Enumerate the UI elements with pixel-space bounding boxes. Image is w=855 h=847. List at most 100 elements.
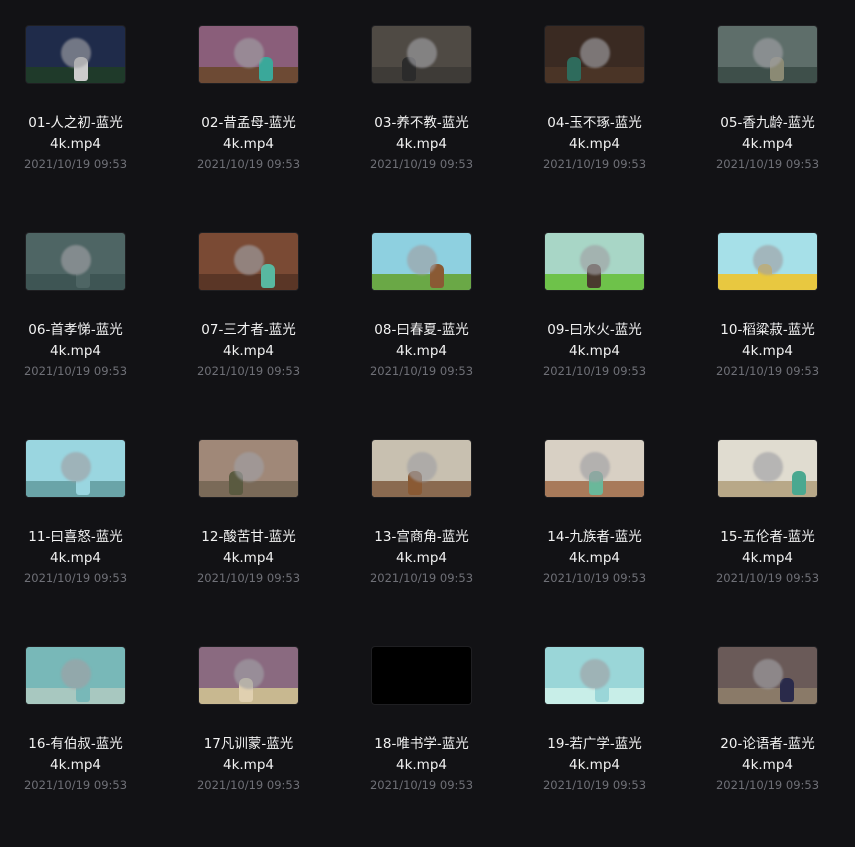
file-name-line1: 09-曰水火-蓝光 xyxy=(547,322,642,338)
file-modified-date: 2021/10/19 09:53 xyxy=(369,364,474,378)
video-thumbnail[interactable] xyxy=(718,233,817,290)
file-name[interactable]: 08-曰春夏-蓝光 4k.mp4 xyxy=(346,320,497,362)
video-file-item[interactable]: 15-五伦者-蓝光 4k.mp4 2021/10/19 09:53 xyxy=(692,440,855,640)
video-thumbnail[interactable] xyxy=(199,647,298,704)
file-name-line2: 4k.mp4 xyxy=(568,550,620,566)
file-name-line2: 4k.mp4 xyxy=(741,550,793,566)
file-name-line1: 15-五伦者-蓝光 xyxy=(720,529,815,545)
file-name-line2: 4k.mp4 xyxy=(395,757,447,773)
video-file-item[interactable]: 18-唯书学-蓝光 4k.mp4 2021/10/19 09:53 xyxy=(346,647,519,847)
video-thumbnail[interactable] xyxy=(372,233,471,290)
video-thumbnail[interactable] xyxy=(26,233,125,290)
video-thumbnail[interactable] xyxy=(372,440,471,497)
video-thumbnail[interactable] xyxy=(718,26,817,83)
file-modified-date: 2021/10/19 09:53 xyxy=(542,157,647,171)
blurred-face-mask xyxy=(61,245,91,275)
thumbnail-character xyxy=(792,471,806,495)
file-name-line1: 13-宫商角-蓝光 xyxy=(374,529,469,545)
file-name[interactable]: 03-养不教-蓝光 4k.mp4 xyxy=(346,113,497,155)
video-file-item[interactable]: 17凡训蒙-蓝光 4k.mp4 2021/10/19 09:53 xyxy=(173,647,346,847)
blurred-face-mask xyxy=(407,38,437,68)
file-name[interactable]: 18-唯书学-蓝光 4k.mp4 xyxy=(346,734,497,776)
file-name[interactable]: 16-有伯叔-蓝光 4k.mp4 xyxy=(0,734,151,776)
video-thumbnail[interactable] xyxy=(26,26,125,83)
video-file-item[interactable]: 16-有伯叔-蓝光 4k.mp4 2021/10/19 09:53 xyxy=(0,647,173,847)
video-file-item[interactable]: 09-曰水火-蓝光 4k.mp4 2021/10/19 09:53 xyxy=(519,233,692,433)
file-name[interactable]: 19-若广学-蓝光 4k.mp4 xyxy=(519,734,670,776)
blurred-face-mask xyxy=(234,245,264,275)
video-file-item[interactable]: 20-论语者-蓝光 4k.mp4 2021/10/19 09:53 xyxy=(692,647,855,847)
file-modified-date: 2021/10/19 09:53 xyxy=(369,778,474,792)
video-file-item[interactable]: 13-宫商角-蓝光 4k.mp4 2021/10/19 09:53 xyxy=(346,440,519,640)
file-name[interactable]: 12-酸苦甘-蓝光 4k.mp4 xyxy=(173,527,324,569)
video-file-item[interactable]: 06-首孝悌-蓝光 4k.mp4 2021/10/19 09:53 xyxy=(0,233,173,433)
video-file-item[interactable]: 19-若广学-蓝光 4k.mp4 2021/10/19 09:53 xyxy=(519,647,692,847)
thumbnail-scene-ground xyxy=(199,481,298,497)
video-thumbnail[interactable] xyxy=(545,26,644,83)
video-thumbnail[interactable] xyxy=(718,647,817,704)
file-name-line1: 14-九族者-蓝光 xyxy=(547,529,642,545)
file-name[interactable]: 17凡训蒙-蓝光 4k.mp4 xyxy=(173,734,324,776)
file-name-line2: 4k.mp4 xyxy=(49,343,101,359)
video-file-item[interactable]: 11-曰喜怒-蓝光 4k.mp4 2021/10/19 09:53 xyxy=(0,440,173,640)
file-name[interactable]: 20-论语者-蓝光 4k.mp4 xyxy=(692,734,843,776)
video-file-item[interactable]: 12-酸苦甘-蓝光 4k.mp4 2021/10/19 09:53 xyxy=(173,440,346,640)
file-modified-date: 2021/10/19 09:53 xyxy=(369,157,474,171)
video-file-item[interactable]: 01-人之初-蓝光 4k.mp4 2021/10/19 09:53 xyxy=(0,26,173,226)
file-name-line1: 11-曰喜怒-蓝光 xyxy=(28,529,123,545)
file-name[interactable]: 02-昔孟母-蓝光 4k.mp4 xyxy=(173,113,324,155)
file-name-line1: 20-论语者-蓝光 xyxy=(720,736,815,752)
video-thumbnail[interactable] xyxy=(372,26,471,83)
video-file-item[interactable]: 14-九族者-蓝光 4k.mp4 2021/10/19 09:53 xyxy=(519,440,692,640)
file-name-line1: 08-曰春夏-蓝光 xyxy=(374,322,469,338)
video-thumbnail[interactable] xyxy=(26,647,125,704)
video-file-item[interactable]: 02-昔孟母-蓝光 4k.mp4 2021/10/19 09:53 xyxy=(173,26,346,226)
video-thumbnail[interactable] xyxy=(545,233,644,290)
file-modified-date: 2021/10/19 09:53 xyxy=(196,571,301,585)
file-name[interactable]: 01-人之初-蓝光 4k.mp4 xyxy=(0,113,151,155)
video-file-item[interactable]: 05-香九龄-蓝光 4k.mp4 2021/10/19 09:53 xyxy=(692,26,855,226)
video-file-item[interactable]: 08-曰春夏-蓝光 4k.mp4 2021/10/19 09:53 xyxy=(346,233,519,433)
file-name[interactable]: 09-曰水火-蓝光 4k.mp4 xyxy=(519,320,670,362)
video-thumbnail[interactable] xyxy=(545,440,644,497)
file-name[interactable]: 07-三才者-蓝光 4k.mp4 xyxy=(173,320,324,362)
file-name-line1: 05-香九龄-蓝光 xyxy=(720,115,815,131)
video-thumbnail[interactable] xyxy=(199,26,298,83)
file-name-line2: 4k.mp4 xyxy=(741,343,793,359)
file-modified-date: 2021/10/19 09:53 xyxy=(196,157,301,171)
file-modified-date: 2021/10/19 09:53 xyxy=(715,364,820,378)
file-name-line2: 4k.mp4 xyxy=(568,343,620,359)
file-name-line1: 06-首孝悌-蓝光 xyxy=(28,322,123,338)
file-name-line2: 4k.mp4 xyxy=(395,136,447,152)
file-name[interactable]: 13-宫商角-蓝光 4k.mp4 xyxy=(346,527,497,569)
file-name[interactable]: 04-玉不琢-蓝光 4k.mp4 xyxy=(519,113,670,155)
video-file-item[interactable]: 10-稻粱菽-蓝光 4k.mp4 2021/10/19 09:53 xyxy=(692,233,855,433)
thumbnail-scene-ground xyxy=(718,688,817,704)
file-name-line1: 03-养不教-蓝光 xyxy=(374,115,469,131)
thumbnail-scene-ground xyxy=(372,688,471,704)
file-name-line1: 07-三才者-蓝光 xyxy=(201,322,296,338)
video-thumbnail[interactable] xyxy=(718,440,817,497)
file-name[interactable]: 06-首孝悌-蓝光 4k.mp4 xyxy=(0,320,151,362)
video-thumbnail[interactable] xyxy=(372,647,471,704)
thumbnail-scene-ground xyxy=(718,67,817,83)
video-thumbnail[interactable] xyxy=(26,440,125,497)
thumbnail-scene-ground xyxy=(199,274,298,290)
file-name[interactable]: 11-曰喜怒-蓝光 4k.mp4 xyxy=(0,527,151,569)
file-modified-date: 2021/10/19 09:53 xyxy=(196,778,301,792)
file-name[interactable]: 14-九族者-蓝光 4k.mp4 xyxy=(519,527,670,569)
video-thumbnail[interactable] xyxy=(199,440,298,497)
video-thumbnail[interactable] xyxy=(199,233,298,290)
file-grid: 01-人之初-蓝光 4k.mp4 2021/10/19 09:53 02-昔孟母-蓝光… xyxy=(0,0,855,792)
video-file-item[interactable]: 03-养不教-蓝光 4k.mp4 2021/10/19 09:53 xyxy=(346,26,519,226)
file-modified-date: 2021/10/19 09:53 xyxy=(715,157,820,171)
file-name[interactable]: 15-五伦者-蓝光 4k.mp4 xyxy=(692,527,843,569)
video-thumbnail[interactable] xyxy=(545,647,644,704)
file-name-line2: 4k.mp4 xyxy=(222,343,274,359)
file-modified-date: 2021/10/19 09:53 xyxy=(542,571,647,585)
video-file-item[interactable]: 04-玉不琢-蓝光 4k.mp4 2021/10/19 09:53 xyxy=(519,26,692,226)
file-name[interactable]: 10-稻粱菽-蓝光 4k.mp4 xyxy=(692,320,843,362)
blurred-face-mask xyxy=(580,659,610,689)
video-file-item[interactable]: 07-三才者-蓝光 4k.mp4 2021/10/19 09:53 xyxy=(173,233,346,433)
file-name[interactable]: 05-香九龄-蓝光 4k.mp4 xyxy=(692,113,843,155)
